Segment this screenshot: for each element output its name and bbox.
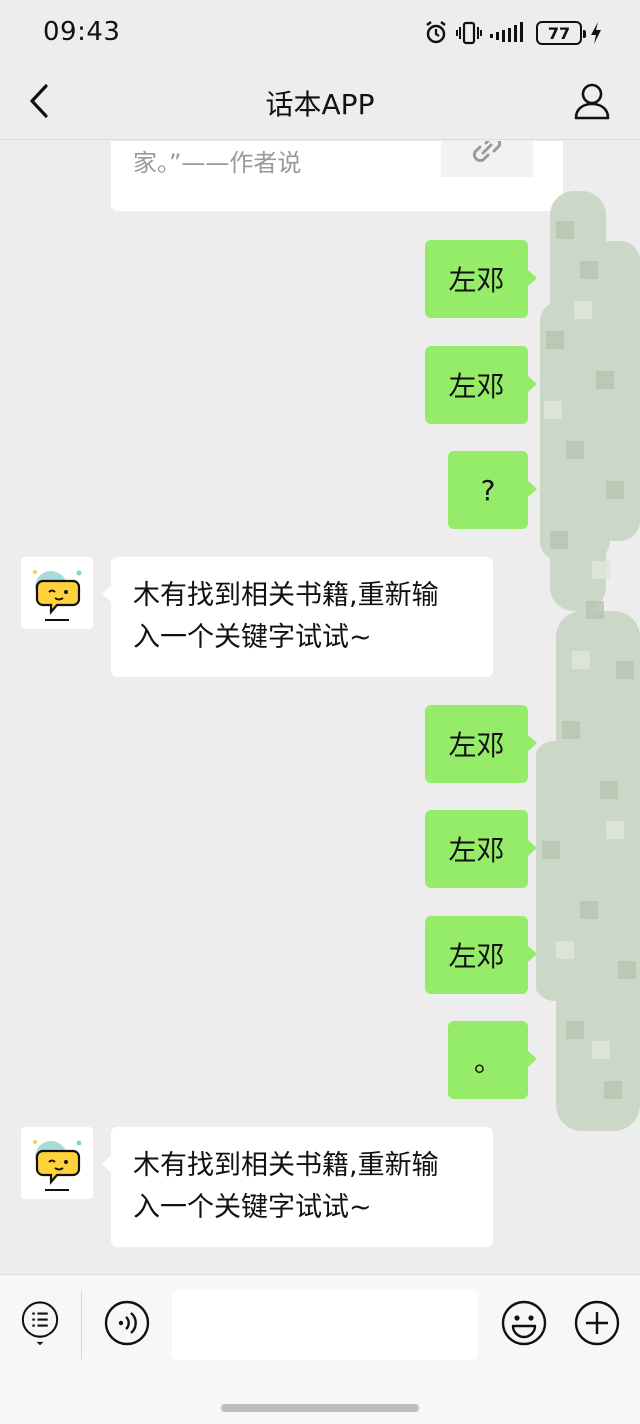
battery-icon: 77	[536, 21, 586, 45]
outgoing-message[interactable]: 左邓	[425, 346, 537, 424]
status-time: 09:43	[43, 17, 121, 47]
message-text: 左邓	[448, 834, 505, 867]
chat-bubble-face-icon	[33, 1140, 82, 1191]
status-bar: 09:43 77	[0, 0, 640, 64]
pixelated-redaction	[536, 191, 640, 1131]
outgoing-message[interactable]: 左邓	[425, 810, 537, 888]
input-bar-divider	[81, 1291, 82, 1359]
battery-level: 77	[547, 23, 571, 43]
outgoing-message[interactable]: 左邓	[425, 240, 537, 318]
charging-icon	[591, 22, 601, 44]
bot-avatar[interactable]	[21, 557, 93, 629]
incoming-message[interactable]: 木有找到相关书籍,重新输 入一个关键字试试~	[102, 1127, 493, 1247]
message-text: 。	[473, 1045, 502, 1078]
chat-bubble-face-icon	[33, 570, 82, 621]
emoji-icon[interactable]	[500, 1299, 548, 1347]
chat-area[interactable]: 家。”——作者说 左邓 左邓 ? 木有找到相关书籍,重新输 入一个关键字试试~ …	[0, 141, 640, 1273]
input-bar	[0, 1274, 640, 1424]
message-text: 左邓	[448, 264, 505, 297]
alarm-icon	[426, 21, 446, 44]
message-text: ?	[480, 473, 496, 507]
voice-icon[interactable]	[103, 1299, 151, 1347]
plus-icon[interactable]	[573, 1299, 621, 1347]
person-icon[interactable]	[572, 80, 612, 122]
list-menu-icon[interactable]	[16, 1299, 64, 1347]
shared-card-text: 家。”——作者说	[133, 149, 302, 177]
message-text: 左邓	[448, 940, 505, 973]
outgoing-message[interactable]: ?	[448, 451, 537, 529]
outgoing-message[interactable]: 左邓	[425, 705, 537, 783]
message-input[interactable]	[172, 1290, 478, 1360]
incoming-message[interactable]: 木有找到相关书籍,重新输 入一个关键字试试~	[102, 557, 493, 677]
message-line: 入一个关键字试试~	[133, 1192, 372, 1223]
shared-card-thumbnail	[441, 141, 533, 177]
home-indicator[interactable]	[221, 1404, 419, 1412]
page-title: 话本APP	[265, 88, 375, 121]
bot-avatar[interactable]	[21, 1127, 93, 1199]
message-line: 入一个关键字试试~	[133, 622, 372, 653]
signal-icon	[490, 22, 523, 42]
status-icons: 77	[424, 19, 602, 47]
message-line: 木有找到相关书籍,重新输	[133, 580, 439, 611]
nav-bar: 话本APP	[0, 64, 640, 140]
link-icon	[472, 141, 502, 163]
vibrate-icon	[456, 21, 482, 45]
message-text: 左邓	[448, 729, 505, 762]
message-text: 左邓	[448, 370, 505, 403]
outgoing-message[interactable]: 。	[448, 1021, 537, 1099]
shared-link-card[interactable]: 家。”——作者说	[111, 141, 563, 211]
outgoing-message[interactable]: 左邓	[425, 916, 537, 994]
message-line: 木有找到相关书籍,重新输	[133, 1150, 439, 1181]
